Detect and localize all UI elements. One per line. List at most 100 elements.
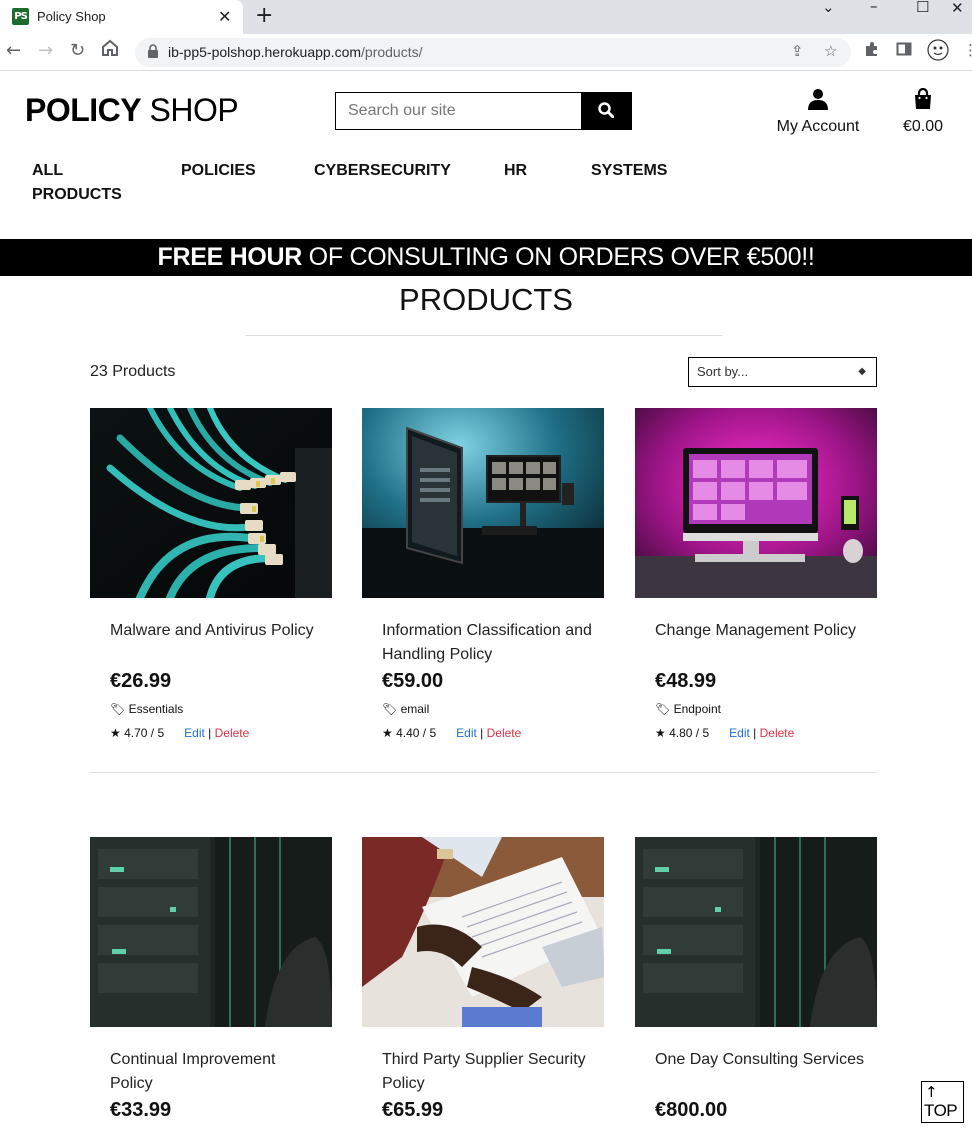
product-image-reviewing-documents[interactable] [362, 837, 604, 1027]
logo-bold-text: POLICY [25, 92, 142, 128]
product-image-pink-desktop[interactable] [635, 408, 877, 598]
product-rating: 4.70 / 5 [124, 726, 165, 740]
reload-icon[interactable]: ↻ [70, 40, 85, 61]
promo-banner: FREE HOUR OF CONSULTING ON ORDERS OVER €… [0, 239, 972, 276]
maximize-window-icon[interactable]: ☐ [916, 0, 929, 16]
product-category[interactable]: 🏷 Essentials [110, 702, 183, 716]
product-category-label: Essentials [128, 702, 184, 716]
delete-link[interactable]: Delete [487, 726, 522, 740]
edit-link[interactable]: Edit [456, 726, 477, 740]
delete-link[interactable]: Delete [760, 726, 795, 740]
lock-icon [147, 44, 159, 61]
tab-search-chevron-icon[interactable]: ⌄ [822, 0, 835, 16]
cart-total: €0.00 [902, 118, 944, 135]
product-image-network-cables[interactable] [90, 408, 332, 598]
product-rating-row: ★ 4.70 / 5 Edit | Delete [110, 726, 250, 740]
new-tab-icon[interactable]: + [255, 3, 273, 28]
minimize-window-icon[interactable]: – [870, 0, 878, 15]
product-card: Information Classification and Handling … [362, 408, 604, 748]
tag-icon: 🏷 [655, 702, 671, 716]
product-image-server-room[interactable] [90, 837, 332, 1027]
forward-arrow-icon[interactable]: → [38, 40, 53, 61]
product-name[interactable]: Malware and Antivirus Policy [110, 619, 320, 643]
share-icon[interactable]: ⇪ [791, 42, 804, 60]
edit-link[interactable]: Edit [729, 726, 750, 740]
search-form [335, 92, 632, 130]
nav-systems[interactable]: SYSTEMS [591, 159, 667, 183]
my-account-label: My Account [776, 118, 860, 135]
sort-select-value: Sort by... [697, 364, 749, 379]
nav-all-products[interactable]: ALL PRODUCTS [32, 159, 122, 207]
nav-cybersecurity[interactable]: CYBERSECURITY [314, 159, 451, 183]
user-icon [808, 89, 828, 110]
product-category[interactable]: 🏷 email [382, 702, 429, 716]
product-price: €48.99 [655, 670, 717, 692]
bookmark-star-icon[interactable]: ☆ [824, 42, 837, 60]
shopping-bag-icon [915, 87, 931, 109]
back-arrow-icon[interactable]: ← [6, 40, 21, 61]
close-tab-icon[interactable]: ✕ [218, 7, 231, 26]
url-text: ib-pp5-polshop.herokuapp.com/products/ [168, 44, 423, 60]
product-image-desk-monitors[interactable] [362, 408, 604, 598]
browser-toolbar: ← → ↻ ib-pp5-polshop.herokuapp.com/produ… [0, 34, 972, 71]
tag-icon: 🏷 [110, 702, 126, 716]
close-window-icon[interactable]: ✕ [951, 0, 964, 17]
shopping-bag-link[interactable]: €0.00 [898, 87, 948, 136]
row-divider [90, 772, 877, 773]
product-card: One Day Consulting Services €800.00 [635, 837, 877, 1129]
tab-title: Policy Shop [37, 9, 106, 24]
product-name[interactable]: One Day Consulting Services [655, 1048, 865, 1072]
select-arrows-icon: ◆ [858, 366, 866, 377]
product-rating: 4.80 / 5 [669, 726, 710, 740]
product-name[interactable]: Third Party Supplier Security Policy [382, 1048, 592, 1096]
product-image-server-room[interactable] [635, 837, 877, 1027]
nav-hr[interactable]: HR [504, 159, 527, 183]
browser-menu-icon[interactable]: ⋮ [963, 41, 972, 59]
search-icon [598, 101, 615, 118]
tag-icon: 🏷 [382, 702, 398, 716]
search-input[interactable] [336, 93, 583, 129]
title-divider [245, 335, 722, 336]
product-rating-row: ★ 4.40 / 5 Edit | Delete [382, 726, 522, 740]
star-icon: ★ [110, 726, 121, 740]
search-button[interactable] [581, 93, 631, 129]
url-host: ib-pp5-polshop.herokuapp.com [168, 44, 362, 60]
side-panel-icon[interactable] [896, 41, 912, 61]
sort-select[interactable]: Sort by... ◆ [688, 357, 877, 387]
up-arrow-icon: ↑ [925, 1083, 938, 1101]
product-category[interactable]: 🏷 Endpoint [655, 702, 721, 716]
browser-tab[interactable]: PS Policy Shop ✕ [0, 0, 243, 34]
profile-avatar[interactable] [927, 39, 949, 65]
home-icon[interactable] [100, 38, 120, 63]
product-card: Malware and Antivirus Policy €26.99 🏷 Es… [90, 408, 332, 748]
promo-bold: FREE HOUR [157, 243, 303, 271]
delete-link[interactable]: Delete [215, 726, 250, 740]
promo-rest: OF CONSULTING ON ORDERS OVER €500!! [302, 243, 815, 271]
extensions-puzzle-icon[interactable] [864, 41, 880, 61]
product-card: Continual Improvement Policy €33.99 [90, 837, 332, 1129]
product-price: €59.00 [382, 670, 444, 692]
site-logo[interactable]: POLICY SHOP [25, 92, 239, 129]
product-price: €65.99 [382, 1099, 444, 1121]
my-account-link[interactable]: My Account [775, 88, 861, 136]
edit-link[interactable]: Edit [184, 726, 205, 740]
product-count: 23 Products [90, 363, 176, 380]
star-icon: ★ [382, 726, 393, 740]
star-icon: ★ [655, 726, 666, 740]
product-category-label: email [400, 702, 430, 716]
logo-light-text: SHOP [141, 92, 239, 128]
product-price: €26.99 [110, 670, 172, 692]
product-card: Change Management Policy €48.99 🏷 Endpoi… [635, 408, 877, 748]
product-name[interactable]: Continual Improvement Policy [110, 1048, 320, 1096]
nav-policies[interactable]: POLICIES [181, 159, 256, 183]
product-name[interactable]: Change Management Policy [655, 619, 865, 643]
browser-tab-strip: PS Policy Shop ✕ + ⌄ – ☐ ✕ [0, 0, 972, 34]
page-title: PRODUCTS [399, 282, 573, 317]
back-to-top-button[interactable]: ↑ TOP [921, 1081, 964, 1123]
site-favicon-icon: PS [12, 8, 29, 25]
address-bar[interactable]: ib-pp5-polshop.herokuapp.com/products/ ⇪… [135, 38, 851, 67]
url-path: /products/ [361, 44, 423, 60]
product-card: Third Party Supplier Security Policy €65… [362, 837, 604, 1129]
back-to-top-label: TOP [924, 1101, 958, 1120]
product-name[interactable]: Information Classification and Handling … [382, 619, 592, 667]
